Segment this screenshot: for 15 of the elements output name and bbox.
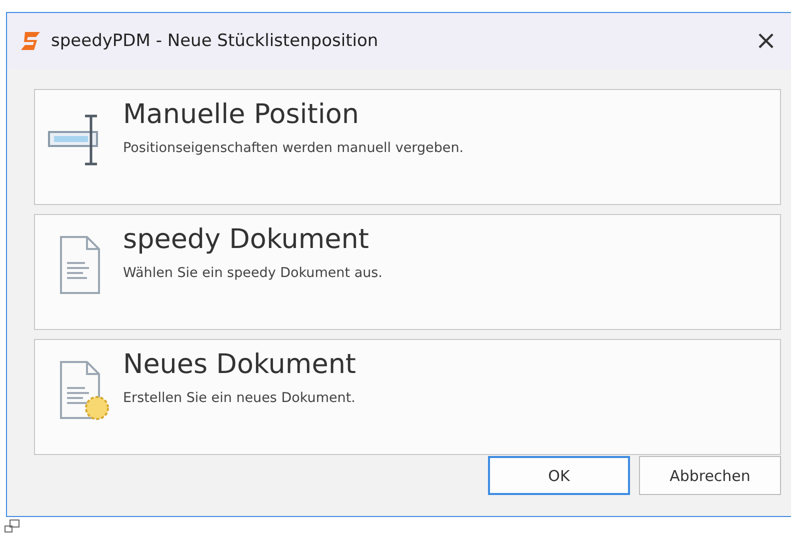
cancel-button[interactable]: Abbrechen bbox=[639, 456, 781, 495]
option-description: Erstellen Sie ein neues Dokument. bbox=[123, 390, 356, 406]
window-title: speedyPDM - Neue Stücklistenposition bbox=[51, 31, 380, 51]
option-title: Neues Dokument bbox=[123, 350, 356, 380]
option-card[interactable]: Manuelle Position Positionseigenschaften werden manuell vergeben. bbox=[34, 89, 781, 205]
option-title: speedy Dokument bbox=[123, 225, 370, 255]
ok-button[interactable]: OK bbox=[488, 456, 630, 495]
option-title: Manuelle Position bbox=[123, 100, 360, 130]
close-button[interactable]: × bbox=[741, 21, 791, 61]
option-description: Wählen Sie ein speedy Dokument aus. bbox=[123, 264, 382, 281]
restore-window-icon bbox=[4, 518, 20, 534]
option-description: Positionseigenschaften werden manuell vergeben. bbox=[123, 140, 464, 156]
option-card[interactable]: Neues Dokument Erstellen Sie ein neues Dokument. bbox=[34, 339, 781, 455]
logo-icon bbox=[19, 29, 43, 53]
option-card[interactable]: speedy Dokument Wählen Sie ein speedy Dokument aus. bbox=[34, 214, 781, 330]
